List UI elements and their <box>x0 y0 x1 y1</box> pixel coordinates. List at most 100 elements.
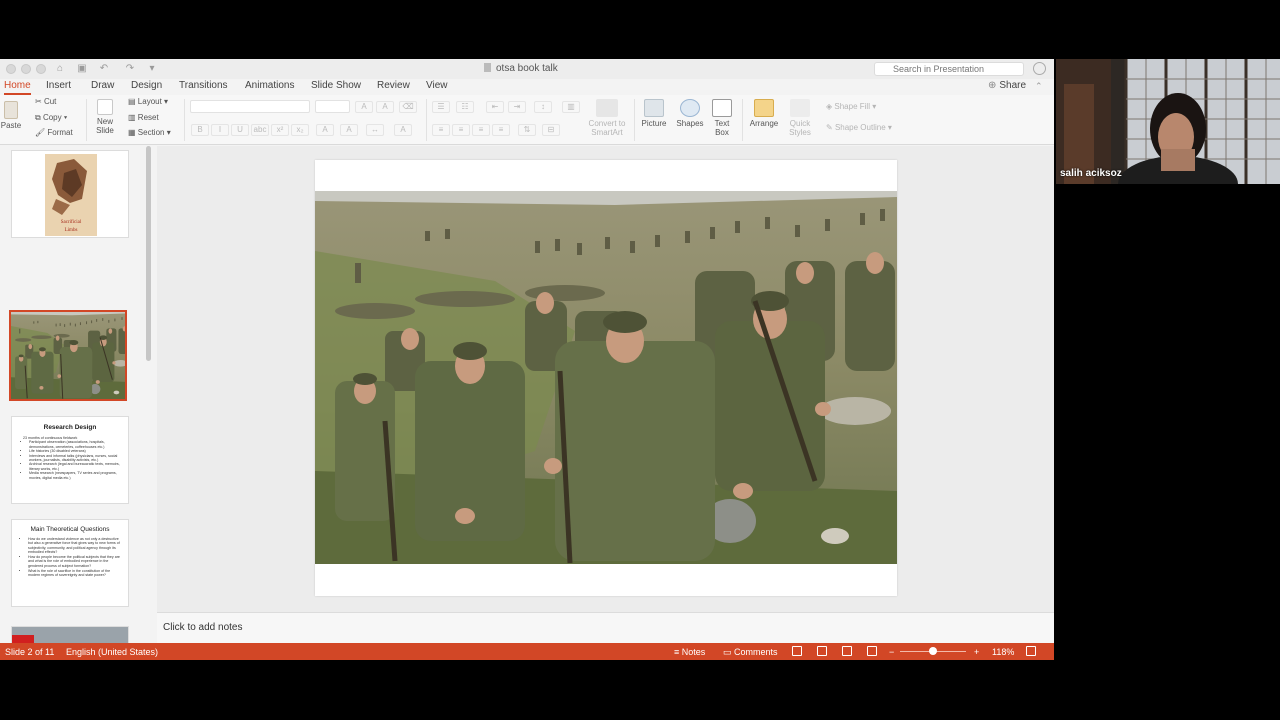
zoom-in-icon[interactable]: + <box>974 647 979 657</box>
char-spacing-icon[interactable]: ↔ <box>366 124 384 136</box>
copy-icon: ⧉ <box>35 113 41 122</box>
account-icon[interactable] <box>1033 62 1046 75</box>
bullets-icon[interactable]: ☰ <box>432 101 450 113</box>
quick-styles-button[interactable]: Quick Styles <box>784 99 816 137</box>
zoom-level[interactable]: 118% <box>992 647 1014 657</box>
tab-draw[interactable]: Draw <box>91 79 114 95</box>
slide-2-thumbnail-photo <box>11 312 125 399</box>
zoom-out-icon[interactable]: − <box>889 647 894 657</box>
notes-toggle-button[interactable]: ≡ Notes <box>674 647 705 657</box>
cover-subtitle: Limbs <box>65 228 78 233</box>
underline-button[interactable]: U <box>231 124 249 136</box>
picture-button[interactable]: Picture <box>638 99 670 128</box>
justify-icon[interactable]: ≡ <box>492 124 510 136</box>
numbering-icon[interactable]: ☷ <box>456 101 474 113</box>
italic-button[interactable]: I <box>211 124 229 136</box>
align-text-icon[interactable]: ⊟ <box>542 124 560 136</box>
notes-pane[interactable]: Click to add notes <box>157 612 1054 643</box>
smartart-icon <box>596 99 618 117</box>
tab-design[interactable]: Design <box>131 79 162 95</box>
cut-button[interactable]: ✂ Cut <box>35 97 56 106</box>
tab-animations[interactable]: Animations <box>245 79 294 95</box>
tab-view[interactable]: View <box>426 79 448 95</box>
current-slide[interactable] <box>315 160 897 596</box>
shape-outline-button[interactable]: ✎ Shape Outline ▾ <box>826 123 892 132</box>
strikethrough-button[interactable]: abc <box>251 124 269 136</box>
share-button[interactable]: ⊕ Share <box>988 79 1026 93</box>
align-center-icon[interactable]: ≡ <box>452 124 470 136</box>
new-slide-button[interactable]: New Slide <box>92 99 118 135</box>
close-window-button[interactable] <box>6 64 16 74</box>
superscript-button[interactable]: x² <box>271 124 289 136</box>
minimize-window-button[interactable] <box>21 64 31 74</box>
slide-sorter-view-icon[interactable] <box>817 646 827 656</box>
font-name-select[interactable] <box>190 100 310 113</box>
tab-transitions[interactable]: Transitions <box>179 79 228 95</box>
align-left-icon[interactable]: ≡ <box>432 124 450 136</box>
slide-thumbnail-pane: Sacrificial Limbs Research Design 23 mon… <box>0 146 156 643</box>
format-painter-button[interactable]: 🖌 Format <box>35 128 73 137</box>
tab-review[interactable]: Review <box>377 79 410 95</box>
list-item: Participant observation (associations, h… <box>29 440 120 449</box>
list-item: Media research (newspapers, TV series an… <box>29 471 120 480</box>
subscript-button[interactable]: x₂ <box>291 124 309 136</box>
home-icon[interactable]: ⌂ <box>54 63 66 75</box>
collapse-ribbon-icon[interactable]: ⌃ <box>1035 79 1043 93</box>
font-color-icon[interactable]: A <box>394 124 412 136</box>
ribbon-divider <box>742 99 743 141</box>
bold-button[interactable]: B <box>191 124 209 136</box>
slideshow-view-icon[interactable] <box>867 646 877 656</box>
text-box-button[interactable]: Text Box <box>708 99 736 137</box>
tab-insert[interactable]: Insert <box>46 79 71 95</box>
arrange-button[interactable]: Arrange <box>746 99 782 128</box>
search-input[interactable]: Search in Presentation <box>874 62 1024 76</box>
slide-thumbnail-1[interactable]: Sacrificial Limbs <box>11 150 129 238</box>
align-right-icon[interactable]: ≡ <box>472 124 490 136</box>
font-size-select[interactable] <box>315 100 350 113</box>
slide-thumbnail-5[interactable] <box>11 626 129 643</box>
list-item: How do people become the political subje… <box>28 555 120 568</box>
reset-button[interactable]: ▥ Reset <box>128 113 159 122</box>
text-direction-icon[interactable]: ⇅ <box>518 124 536 136</box>
layout-button[interactable]: ▤ Layout ▾ <box>128 97 168 106</box>
thumbnail-scrollbar[interactable] <box>146 146 151 361</box>
save-icon[interactable]: ▣ <box>76 63 88 75</box>
tab-home[interactable]: Home <box>4 79 31 95</box>
tab-slide-show[interactable]: Slide Show <box>311 79 361 95</box>
increase-indent-icon[interactable]: ⇥ <box>508 101 526 113</box>
zoom-window-button[interactable] <box>36 64 46 74</box>
customize-toolbar-icon[interactable]: ▾ <box>146 63 158 75</box>
text-effects-button[interactable]: A <box>316 124 334 136</box>
language-indicator[interactable]: English (United States) <box>66 647 158 657</box>
slide-thumbnail-3[interactable]: Research Design 23 months of continuous … <box>11 416 129 504</box>
slide-thumbnail-2[interactable] <box>9 310 127 401</box>
increase-font-size-icon[interactable]: A <box>355 101 373 113</box>
soldiers-photo[interactable] <box>315 191 897 564</box>
shapes-button[interactable]: Shapes <box>674 99 706 128</box>
decrease-font-size-icon[interactable]: A <box>376 101 394 113</box>
redo-icon[interactable]: ↷ <box>124 63 136 75</box>
section-button[interactable]: ▦ Section ▾ <box>128 128 171 137</box>
paste-button[interactable]: Paste <box>0 101 22 130</box>
decrease-indent-icon[interactable]: ⇤ <box>486 101 504 113</box>
comments-toggle-button[interactable]: ▭ Comments <box>723 647 778 658</box>
convert-to-smartart-button[interactable]: Convert to SmartArt <box>586 99 628 137</box>
line-spacing-icon[interactable]: ↕ <box>534 101 552 113</box>
highlight-button[interactable]: A <box>340 124 358 136</box>
reading-view-icon[interactable] <box>842 646 852 656</box>
comment-icon: ▭ <box>723 647 732 657</box>
normal-view-icon[interactable] <box>792 646 802 656</box>
columns-icon[interactable]: ▥ <box>562 101 580 113</box>
slide-thumbnail-4[interactable]: Main Theoretical Questions How do we und… <box>11 519 129 607</box>
zoom-slider-handle[interactable] <box>929 647 937 655</box>
shape-fill-button[interactable]: ◈ Shape Fill ▾ <box>826 102 876 111</box>
clear-formatting-icon[interactable]: ⌫ <box>399 101 417 113</box>
undo-icon[interactable]: ↶ <box>98 63 110 75</box>
paint-bucket-icon: ◈ <box>826 102 833 111</box>
title-bar: ⌂ ▣ ↶ ↷ ▾ otsa book talk Search in Prese… <box>0 59 1054 79</box>
shapes-icon <box>680 99 700 117</box>
fit-to-window-icon[interactable] <box>1026 646 1036 656</box>
copy-button[interactable]: ⧉ Copy ▾ <box>35 113 67 123</box>
slide-counter: Slide 2 of 11 <box>5 647 55 657</box>
smartart-label-2: SmartArt <box>591 128 623 137</box>
